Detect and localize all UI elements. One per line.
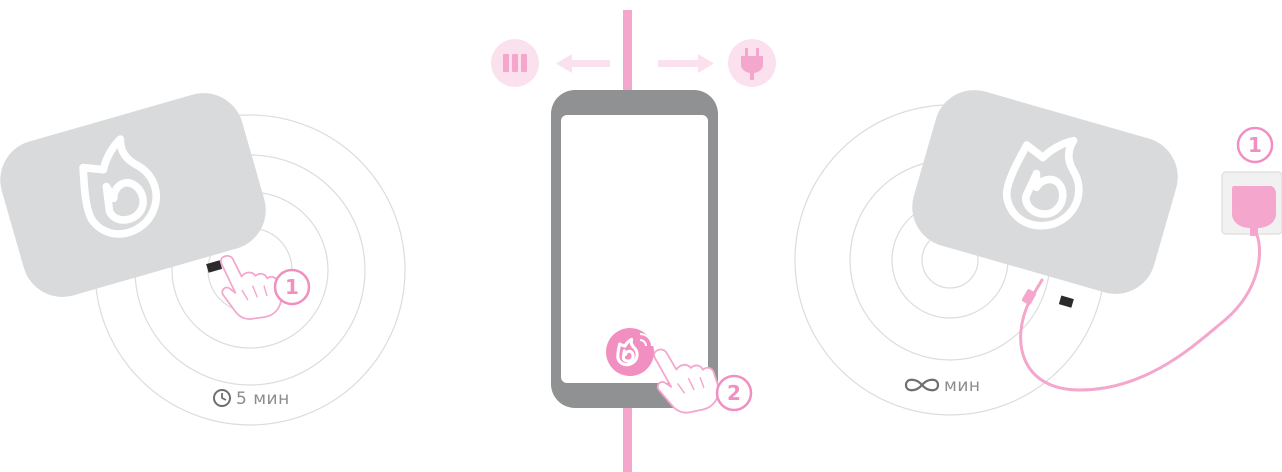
right-duration-label: мин (944, 376, 981, 396)
svg-text:1: 1 (1248, 133, 1262, 157)
left-duration-label: 5 мин (236, 389, 290, 409)
svg-text:2: 2 (727, 381, 741, 405)
app-button-icon[interactable] (606, 328, 654, 376)
right-panel: 1 мин (794, 90, 1282, 416)
middle-step-badge: 2 (715, 374, 753, 412)
battery-mode-icon (491, 39, 539, 87)
right-power-button-icon (1058, 295, 1074, 308)
right-step-badge: 1 (1236, 126, 1274, 164)
finger-press-icon (216, 248, 285, 324)
left-panel: 1 5 мин (0, 93, 406, 426)
arrow-left-icon (556, 54, 610, 73)
plug-mode-icon (728, 39, 776, 87)
infinity-icon (904, 378, 940, 392)
right-device-icon (912, 90, 1178, 294)
middle-panel: 2 (491, 10, 776, 472)
svg-text:1: 1 (285, 275, 299, 299)
clock-icon (213, 389, 231, 407)
left-step-badge: 1 (273, 268, 311, 306)
arrow-right-icon (658, 54, 714, 73)
